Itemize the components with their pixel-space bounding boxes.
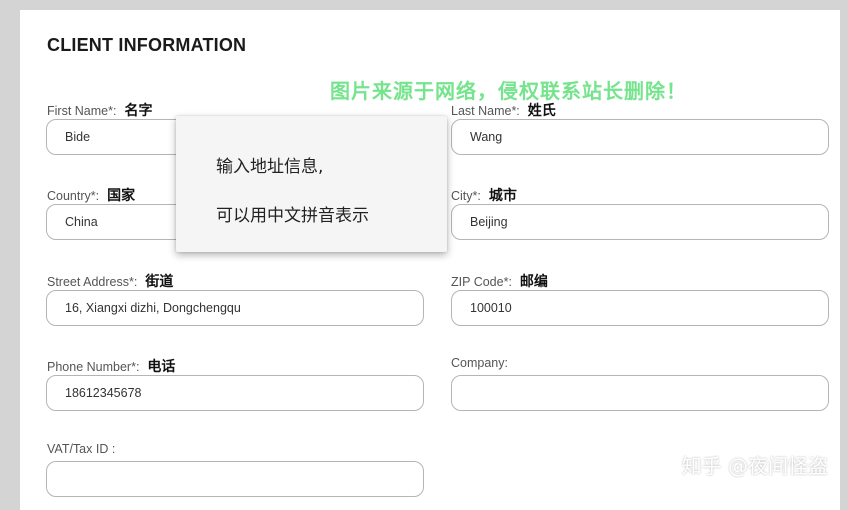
- company-label-text: Company:: [451, 356, 508, 370]
- phone-number-label-text: Phone Number*:: [47, 360, 140, 374]
- zip-code-label-text: ZIP Code*:: [451, 275, 512, 289]
- street-address-cn-annotation: 街道: [145, 274, 174, 290]
- source-watermark: 图片来源于网络，侵权联系站长删除！: [330, 79, 687, 103]
- zhihu-credit-watermark: 知乎 @夜间怪盗: [681, 454, 828, 478]
- zip-code-field[interactable]: 100010: [451, 290, 829, 326]
- street-address-label: Street Address*: 街道: [47, 271, 173, 291]
- company-label: Company:: [451, 356, 508, 370]
- popup-line-1: 输入地址信息,: [216, 157, 324, 177]
- phone-number-field[interactable]: 18612345678: [46, 375, 424, 411]
- company-field[interactable]: [451, 375, 829, 411]
- zip-code-label: ZIP Code*: 邮编: [451, 271, 548, 291]
- phone-number-value: 18612345678: [65, 386, 142, 400]
- country-label-text: Country*:: [47, 189, 100, 203]
- last-name-field[interactable]: Wang: [451, 119, 829, 155]
- city-cn-annotation: 城市: [488, 188, 517, 204]
- first-name-value: Bide: [65, 130, 91, 144]
- city-label: City*: 城市: [451, 185, 517, 205]
- city-value: Beijing: [470, 215, 508, 229]
- vat-tax-id-label: VAT/Tax ID :: [47, 442, 115, 456]
- vat-tax-id-field[interactable]: [46, 461, 424, 497]
- street-address-value: 16, Xiangxi dizhi, Dongchengqu: [65, 301, 241, 315]
- form-title: CLIENT INFORMATION: [47, 35, 247, 55]
- popup-line-2: 可以用中文拼音表示: [216, 206, 369, 226]
- last-name-cn-annotation: 姓氏: [527, 103, 556, 119]
- last-name-label-text: Last Name*:: [451, 104, 520, 118]
- phone-number-cn-annotation: 电话: [147, 359, 176, 375]
- zip-code-cn-annotation: 邮编: [519, 274, 548, 290]
- street-address-field[interactable]: 16, Xiangxi dizhi, Dongchengqu: [46, 290, 424, 326]
- annotation-popup: 输入地址信息, 可以用中文拼音表示: [176, 116, 447, 252]
- country-label: Country*: 国家: [47, 185, 135, 205]
- country-value: China: [65, 215, 98, 229]
- first-name-label: First Name*: 名字: [47, 100, 152, 120]
- city-label-text: City*:: [451, 189, 481, 203]
- vat-tax-id-label-text: VAT/Tax ID :: [47, 442, 116, 456]
- last-name-value: Wang: [470, 130, 503, 144]
- country-cn-annotation: 国家: [107, 188, 136, 204]
- first-name-cn-annotation: 名字: [124, 103, 153, 119]
- phone-number-label: Phone Number*: 电话: [47, 356, 175, 376]
- city-field[interactable]: Beijing: [451, 204, 829, 240]
- street-address-label-text: Street Address*:: [47, 275, 138, 289]
- first-name-label-text: First Name*:: [47, 104, 117, 118]
- zip-code-value: 100010: [470, 301, 512, 315]
